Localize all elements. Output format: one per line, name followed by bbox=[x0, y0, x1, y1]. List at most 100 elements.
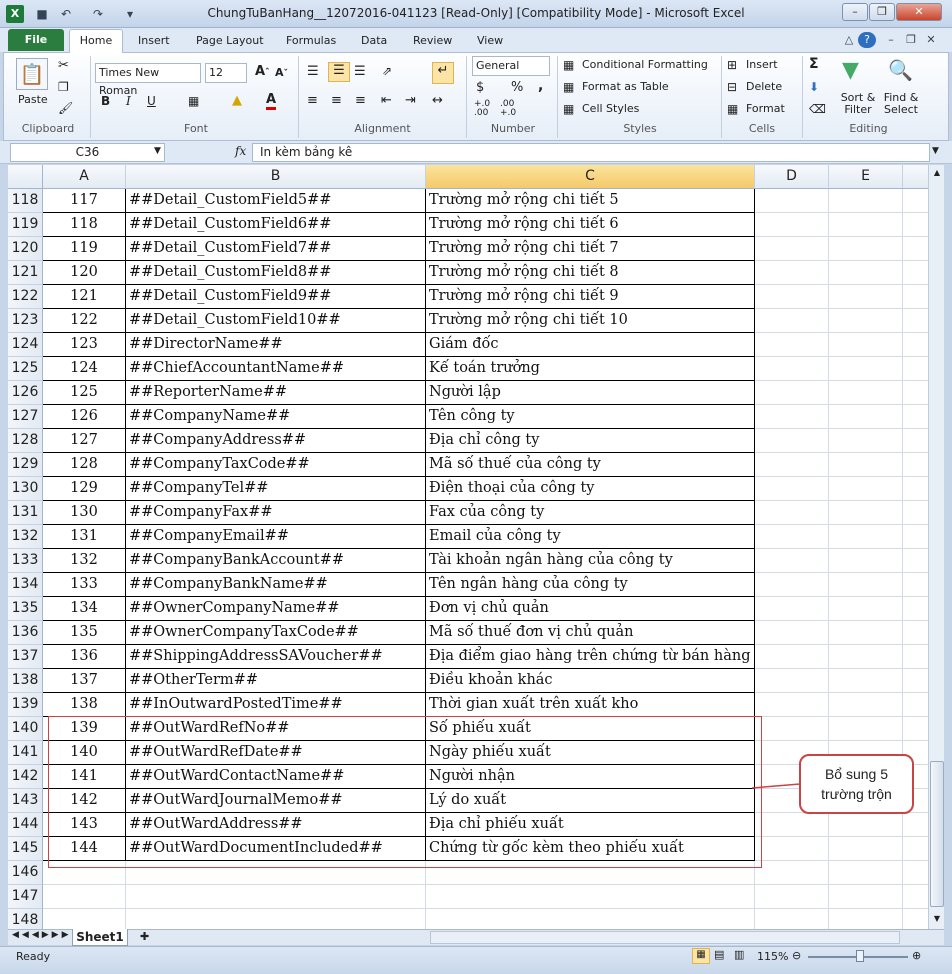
cell-e[interactable] bbox=[829, 717, 903, 741]
tab-review[interactable]: Review bbox=[413, 32, 452, 50]
cell-f[interactable] bbox=[903, 453, 928, 477]
cell-d[interactable] bbox=[755, 909, 829, 929]
page-break-view-icon[interactable]: ▥ bbox=[734, 948, 744, 961]
cell-d[interactable] bbox=[755, 381, 829, 405]
cell-e[interactable] bbox=[829, 333, 903, 357]
cell-c[interactable]: Giám đốc bbox=[426, 333, 755, 357]
cell-d[interactable] bbox=[755, 813, 829, 837]
cell-c[interactable]: Tên ngân hàng của công ty bbox=[426, 573, 755, 597]
cell-f[interactable] bbox=[903, 717, 928, 741]
cell-d[interactable] bbox=[755, 621, 829, 645]
cell-b[interactable]: ##CompanyTel## bbox=[126, 477, 426, 501]
cell-styles-icon[interactable]: ▦ bbox=[563, 102, 574, 116]
cell-e[interactable] bbox=[829, 909, 903, 929]
cell-d[interactable] bbox=[755, 333, 829, 357]
cell-e[interactable] bbox=[829, 861, 903, 885]
cell-c[interactable]: Kế toán trưởng bbox=[426, 357, 755, 381]
cell-f[interactable] bbox=[903, 261, 928, 285]
cell-a[interactable]: 121 bbox=[43, 285, 126, 309]
cell-f[interactable] bbox=[903, 405, 928, 429]
cell-c[interactable]: Mã số thuế đơn vị chủ quản bbox=[426, 621, 755, 645]
cell-f[interactable] bbox=[903, 885, 928, 909]
conditional-formatting-button[interactable]: Conditional Formatting bbox=[582, 58, 708, 71]
fill-color-icon[interactable]: ▲ bbox=[232, 93, 242, 108]
cell-e[interactable] bbox=[829, 813, 903, 837]
cell-e[interactable] bbox=[829, 237, 903, 261]
cell-a[interactable]: 137 bbox=[43, 669, 126, 693]
cell-a[interactable]: 132 bbox=[43, 549, 126, 573]
restore-button[interactable]: ❐ bbox=[869, 3, 895, 21]
cell-b[interactable]: ##Detail_CustomField5## bbox=[126, 189, 426, 213]
cell-b[interactable]: ##Detail_CustomField7## bbox=[126, 237, 426, 261]
insert-sheet-icon[interactable]: ✚ bbox=[140, 930, 149, 943]
cell-b[interactable]: ##Detail_CustomField9## bbox=[126, 285, 426, 309]
cell-e[interactable] bbox=[829, 309, 903, 333]
cell-c[interactable]: Trường mở rộng chi tiết 6 bbox=[426, 213, 755, 237]
cell-d[interactable] bbox=[755, 861, 829, 885]
cell-e[interactable] bbox=[829, 885, 903, 909]
cell-f[interactable] bbox=[903, 573, 928, 597]
font-color-icon[interactable]: A bbox=[266, 92, 277, 110]
fill-icon[interactable]: ⬇ bbox=[809, 80, 819, 94]
zoom-in-icon[interactable]: ⊕ bbox=[912, 949, 921, 962]
insert-cells-button[interactable]: Insert bbox=[746, 58, 778, 71]
align-middle-icon[interactable]: ☰ bbox=[328, 62, 350, 82]
autosum-button[interactable]: Σ bbox=[809, 56, 819, 72]
scroll-down-icon[interactable]: ▼ bbox=[930, 911, 944, 927]
cell-b[interactable]: ##Detail_CustomField6## bbox=[126, 213, 426, 237]
cell-e[interactable] bbox=[829, 285, 903, 309]
cell-f[interactable] bbox=[903, 669, 928, 693]
cell-b[interactable]: ##CompanyTaxCode## bbox=[126, 453, 426, 477]
vertical-scroll-thumb[interactable] bbox=[930, 761, 944, 907]
row-header[interactable]: 135 bbox=[8, 597, 43, 621]
row-header[interactable]: 136 bbox=[8, 621, 43, 645]
sort-filter-icon[interactable]: ▼ bbox=[842, 58, 859, 83]
cell-a[interactable]: 123 bbox=[43, 333, 126, 357]
cell-b[interactable] bbox=[126, 909, 426, 929]
cell-a[interactable]: 130 bbox=[43, 501, 126, 525]
paste-icon[interactable]: 📋 bbox=[16, 58, 48, 90]
row-header[interactable]: 118 bbox=[8, 189, 43, 213]
row-header[interactable]: 129 bbox=[8, 453, 43, 477]
cell-c[interactable]: Tên công ty bbox=[426, 405, 755, 429]
row-header[interactable]: 139 bbox=[8, 693, 43, 717]
delete-cells-button[interactable]: Delete bbox=[746, 80, 782, 93]
format-cells-icon[interactable]: ▦ bbox=[727, 102, 738, 116]
delete-cells-icon[interactable]: ⊟ bbox=[727, 80, 737, 94]
row-header[interactable]: 143 bbox=[8, 789, 43, 813]
cell-b[interactable]: ##CompanyEmail## bbox=[126, 525, 426, 549]
cell-a[interactable] bbox=[43, 909, 126, 929]
cell-b[interactable]: ##CompanyName## bbox=[126, 405, 426, 429]
orientation-icon[interactable]: ⇗ bbox=[382, 64, 392, 78]
format-as-table-icon[interactable]: ▦ bbox=[563, 80, 574, 94]
borders-icon[interactable]: ▦ bbox=[188, 94, 199, 108]
row-header[interactable]: 127 bbox=[8, 405, 43, 429]
minimize-button[interactable]: – bbox=[842, 3, 868, 21]
cell-d[interactable] bbox=[755, 597, 829, 621]
number-format-select[interactable]: General bbox=[472, 56, 550, 76]
zoom-level[interactable]: 115% bbox=[757, 950, 788, 963]
cell-e[interactable] bbox=[829, 621, 903, 645]
row-header[interactable]: 145 bbox=[8, 837, 43, 861]
cell-d[interactable] bbox=[755, 189, 829, 213]
cell-a[interactable]: 125 bbox=[43, 381, 126, 405]
cell-d[interactable] bbox=[755, 717, 829, 741]
row-header[interactable]: 142 bbox=[8, 765, 43, 789]
cell-d[interactable] bbox=[755, 453, 829, 477]
row-header[interactable]: 137 bbox=[8, 645, 43, 669]
row-header[interactable]: 144 bbox=[8, 813, 43, 837]
scroll-up-icon[interactable]: ▲ bbox=[930, 165, 944, 181]
cell-f[interactable] bbox=[903, 525, 928, 549]
cell-a[interactable]: 136 bbox=[43, 645, 126, 669]
cell-a[interactable]: 124 bbox=[43, 357, 126, 381]
row-header[interactable]: 121 bbox=[8, 261, 43, 285]
cell-c[interactable]: Trường mở rộng chi tiết 5 bbox=[426, 189, 755, 213]
cell-e[interactable] bbox=[829, 261, 903, 285]
cell-d[interactable] bbox=[755, 477, 829, 501]
column-header-c[interactable]: C bbox=[426, 165, 755, 188]
row-header[interactable]: 130 bbox=[8, 477, 43, 501]
cell-d[interactable] bbox=[755, 285, 829, 309]
column-header-d[interactable]: D bbox=[755, 165, 829, 188]
cell-f[interactable] bbox=[903, 645, 928, 669]
cell-e[interactable] bbox=[829, 573, 903, 597]
